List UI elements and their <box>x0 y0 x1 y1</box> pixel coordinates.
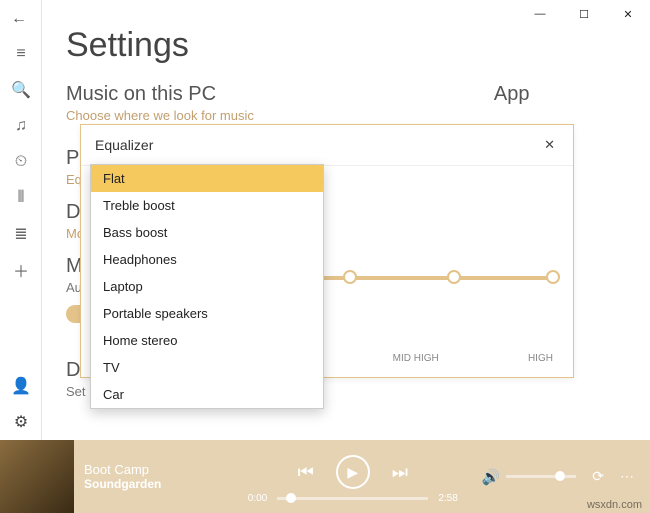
section-app-heading: App <box>494 83 530 106</box>
elapsed-time: 0:00 <box>248 493 267 504</box>
preset-option[interactable]: Headphones <box>91 246 323 273</box>
equalizer-close-button[interactable]: ✕ <box>540 135 559 155</box>
preset-option[interactable]: Flat <box>91 165 323 192</box>
choose-music-link[interactable]: Choose where we look for music <box>66 108 254 123</box>
now-playing-icon[interactable]: ⫴ <box>0 180 42 216</box>
preset-option[interactable]: Laptop <box>91 273 323 300</box>
volume-slider[interactable] <box>506 475 576 478</box>
watermark: wsxdn.com <box>587 499 642 511</box>
preset-option[interactable]: Car <box>91 381 323 408</box>
volume-icon[interactable]: 🔊 <box>482 468 501 486</box>
preset-option[interactable]: Bass boost <box>91 219 323 246</box>
preset-option[interactable]: Treble boost <box>91 192 323 219</box>
equalizer-title: Equalizer <box>95 137 153 153</box>
preset-option[interactable]: TV <box>91 354 323 381</box>
album-art[interactable] <box>0 440 74 513</box>
preset-option[interactable]: Home stereo <box>91 327 323 354</box>
player-bar: Boot Camp Soundgarden ⏮ ▶ ⏭ 0:00 2:58 🔊 … <box>0 440 650 513</box>
maximize-button[interactable]: ☐ <box>562 0 606 28</box>
next-button[interactable]: ⏭ <box>392 462 408 483</box>
play-button[interactable]: ▶ <box>336 455 370 489</box>
close-window-button[interactable]: ✕ <box>606 0 650 28</box>
search-icon[interactable]: 🔍 <box>0 72 42 108</box>
duration-time: 2:58 <box>438 493 457 504</box>
settings-icon[interactable]: ⚙ <box>0 404 42 440</box>
hamburger-icon[interactable]: ≡ <box>0 36 42 72</box>
music-icon[interactable]: ♫ <box>0 108 42 144</box>
eq-thumb-high[interactable] <box>546 270 560 284</box>
account-icon[interactable]: 👤 <box>0 368 42 404</box>
eq-thumb-mid[interactable] <box>343 270 357 284</box>
page-title: Settings <box>66 26 626 65</box>
seek-slider[interactable] <box>277 497 428 500</box>
track-artist[interactable]: Soundgarden <box>84 477 224 491</box>
equalizer-preset-dropdown[interactable]: Flat Treble boost Bass boost Headphones … <box>90 164 324 409</box>
more-button[interactable]: ⋯ <box>620 468 634 485</box>
add-icon[interactable]: ＋ <box>0 252 42 288</box>
section-music-heading: Music on this PC <box>66 83 254 106</box>
playlist-icon[interactable]: ≣ <box>0 216 42 252</box>
previous-button[interactable]: ⏮ <box>298 462 314 483</box>
repeat-button[interactable]: ⟳ <box>592 468 604 485</box>
track-title[interactable]: Boot Camp <box>84 462 224 477</box>
eq-thumb-midhigh[interactable] <box>447 270 461 284</box>
recent-icon[interactable]: ⏲ <box>0 144 42 180</box>
minimize-button[interactable]: — <box>518 0 562 28</box>
preset-option[interactable]: Portable speakers <box>91 300 323 327</box>
back-button[interactable]: ← <box>6 6 32 32</box>
nav-rail: ≡ 🔍 ♫ ⏲ ⫴ ≣ ＋ 👤 ⚙ <box>0 0 42 440</box>
